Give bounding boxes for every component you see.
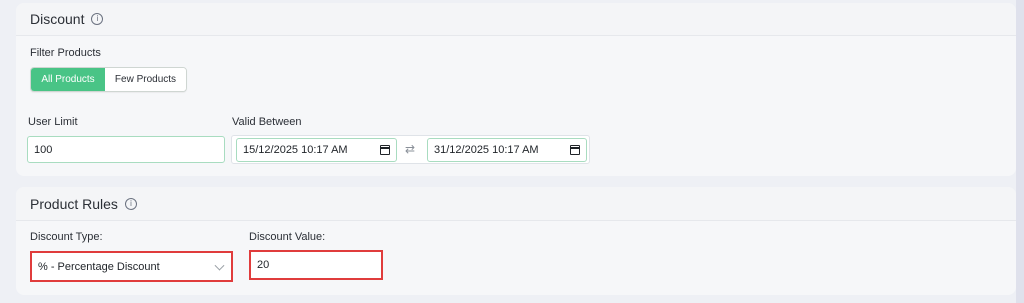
page-scroll-edge	[1016, 0, 1024, 303]
all-products-button[interactable]: All Products	[31, 68, 105, 91]
filter-products-toggle: All Products Few Products	[30, 67, 187, 92]
valid-from-value: 15/12/2025 10:17 AM	[243, 144, 348, 156]
valid-to-value: 31/12/2025 10:17 AM	[434, 144, 539, 156]
discount-title: Discount	[30, 11, 85, 27]
few-products-button[interactable]: Few Products	[105, 68, 186, 91]
discount-value-input[interactable]: 20	[249, 250, 383, 280]
user-limit-value: 100	[34, 143, 53, 156]
info-icon[interactable]: i	[91, 13, 104, 25]
valid-to-input[interactable]: 31/12/2025 10:17 AM	[427, 138, 587, 162]
info-icon[interactable]: i	[124, 197, 137, 210]
valid-between-label: Valid Between	[232, 116, 302, 128]
filter-products-label: Filter Products	[30, 47, 101, 59]
discount-card: Discount i Filter Products All Products …	[16, 3, 1016, 176]
valid-from-input[interactable]: 15/12/2025 10:17 AM	[236, 138, 397, 162]
discount-card-header: Discount i	[16, 3, 1016, 36]
discount-type-label: Discount Type:	[30, 231, 103, 243]
discount-value: 20	[257, 259, 270, 271]
user-limit-label: User Limit	[28, 116, 78, 128]
product-rules-title: Product Rules	[30, 195, 118, 212]
calendar-icon[interactable]	[570, 145, 580, 155]
product-rules-card: Product Rules i Discount Type: % - Perce…	[16, 187, 1016, 295]
discount-type-value: % - Percentage Discount	[38, 260, 160, 273]
discount-type-select[interactable]: % - Percentage Discount	[30, 251, 233, 282]
user-limit-input[interactable]: 100	[27, 136, 225, 163]
swap-arrows-icon: ⇄	[405, 142, 416, 156]
discount-value-label: Discount Value:	[249, 231, 326, 243]
chevron-down-icon	[214, 260, 225, 271]
product-rules-card-header: Product Rules i	[16, 187, 1016, 221]
calendar-icon[interactable]	[380, 145, 390, 155]
